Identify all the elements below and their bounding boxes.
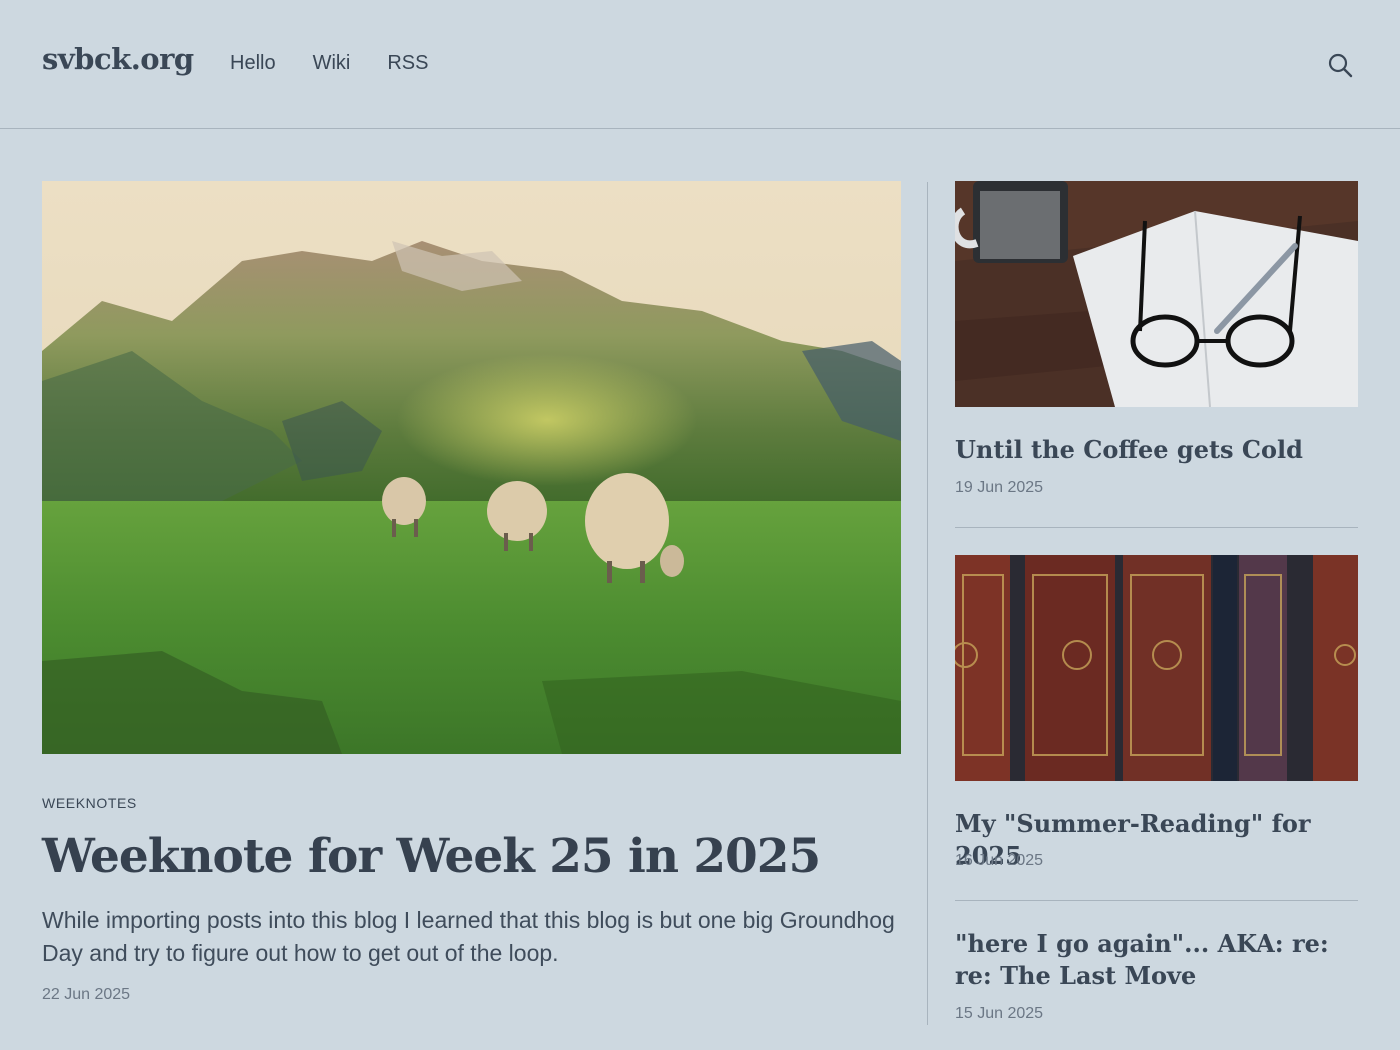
post-category[interactable]: WEEKNOTES <box>42 795 137 811</box>
featured-post-excerpt: While importing posts into this blog I l… <box>42 907 895 966</box>
site-header: svbck.org Hello Wiki RSS <box>0 0 1400 129</box>
card-divider <box>955 900 1358 901</box>
site-logo[interactable]: svbck.org <box>42 42 194 76</box>
search-icon <box>1328 53 1353 78</box>
post-image-coffee-notebook[interactable] <box>955 181 1358 407</box>
post-image-old-books[interactable] <box>955 555 1358 781</box>
post-title[interactable]: Until the Coffee gets Cold <box>955 434 1358 466</box>
search-button[interactable] <box>1326 51 1354 79</box>
nav-item-hello[interactable]: Hello <box>230 52 276 75</box>
post-title[interactable]: "here I go again"... AKA: re: re: The La… <box>955 928 1358 992</box>
main-nav: Hello Wiki RSS <box>230 52 428 75</box>
post-date: 15 Jun 2025 <box>955 1005 1044 1022</box>
featured-post-title[interactable]: Weeknote for Week 25 in 2025 <box>42 829 821 884</box>
nav-item-wiki[interactable]: Wiki <box>313 52 351 75</box>
post-date: 19 Jun 2025 <box>955 479 1044 496</box>
featured-post: WEEKNOTES Weeknote for Week 25 in 2025 W… <box>42 181 901 1003</box>
featured-post-date: 22 Jun 2025 <box>42 986 131 1003</box>
post-date: 16 Jun 2025 <box>955 852 1044 869</box>
column-divider <box>927 182 928 1025</box>
featured-image-sheep-mountains[interactable] <box>42 181 901 754</box>
nav-item-rss[interactable]: RSS <box>387 52 428 75</box>
card-divider <box>955 527 1358 528</box>
